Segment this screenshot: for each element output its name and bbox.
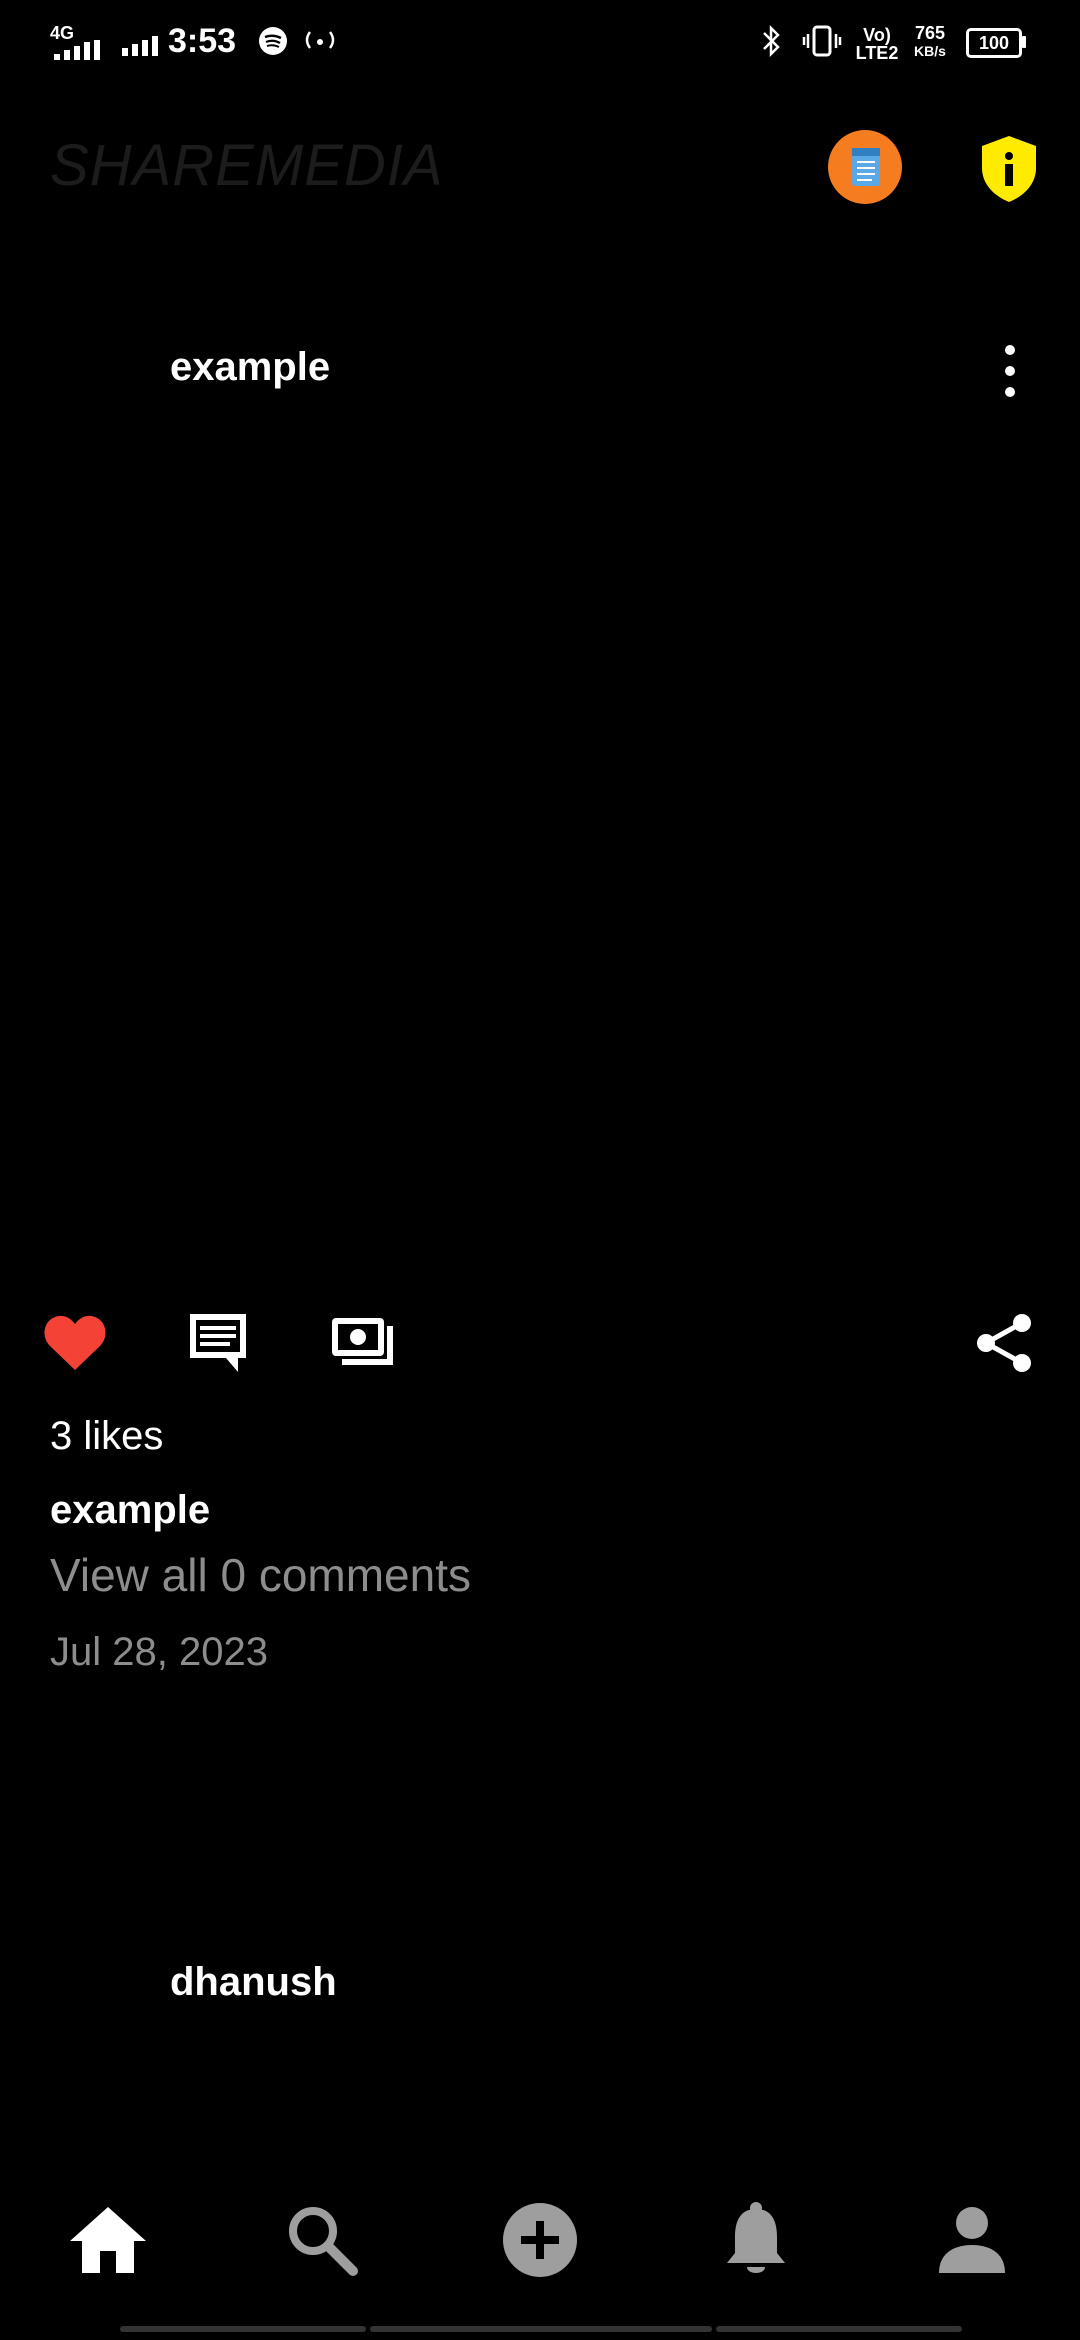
caption-username[interactable]: example	[50, 1488, 210, 1533]
bell-icon	[727, 2202, 785, 2273]
network-speed: 765 KB/s	[904, 24, 956, 60]
post-date: Jul 28, 2023	[50, 1630, 268, 1674]
battery-level: 100	[978, 32, 1010, 53]
comment-icon[interactable]	[186, 1310, 250, 1374]
gesture-bar	[716, 2326, 962, 2332]
spotify-icon	[259, 27, 287, 55]
nav-notifications[interactable]	[696, 2180, 816, 2300]
search-icon	[289, 2207, 358, 2276]
post-username[interactable]: example	[170, 345, 330, 390]
view-comments-link[interactable]: View all 0 comments	[50, 1548, 471, 1602]
clock: 3:53	[168, 22, 237, 60]
vibrate-icon	[802, 25, 842, 57]
nav-add[interactable]	[480, 2180, 600, 2300]
nav-search[interactable]	[262, 2180, 382, 2300]
share-icon[interactable]	[974, 1312, 1036, 1374]
add-circle-icon	[503, 2203, 577, 2277]
home-icon	[70, 2207, 146, 2273]
nav-profile[interactable]	[912, 2180, 1032, 2300]
battery-tip	[1022, 36, 1026, 48]
battery-icon: 100	[966, 28, 1022, 58]
signal-4g-icon: 4G	[50, 24, 100, 60]
signal-icon	[122, 36, 158, 56]
gesture-bar	[120, 2326, 366, 2332]
bluetooth-icon	[763, 24, 780, 58]
more-options-icon[interactable]	[1000, 343, 1020, 399]
next-post-username[interactable]: dhanush	[170, 1960, 337, 2005]
notes-app-icon[interactable]	[828, 130, 902, 204]
likes-count[interactable]: 3 likes	[50, 1414, 163, 1459]
app-logo: SHAREMEDIA	[50, 133, 444, 198]
save-media-icon[interactable]	[328, 1314, 398, 1372]
like-heart-icon[interactable]	[42, 1312, 108, 1372]
nav-home[interactable]	[48, 2180, 168, 2300]
hotspot-icon	[305, 31, 335, 49]
bottom-navigation	[0, 2170, 1080, 2310]
info-shield-icon[interactable]	[978, 134, 1040, 204]
post-media[interactable]	[0, 430, 1080, 1290]
status-bar: 4G 3:53 Vo) LTE2 765 KB/s 100	[0, 0, 1080, 84]
speed-value: 765	[914, 23, 946, 43]
volte-indicator: Vo) LTE2	[855, 25, 899, 63]
person-icon	[939, 2207, 1005, 2273]
speed-unit: KB/s	[914, 43, 946, 59]
gesture-bar	[370, 2326, 712, 2332]
